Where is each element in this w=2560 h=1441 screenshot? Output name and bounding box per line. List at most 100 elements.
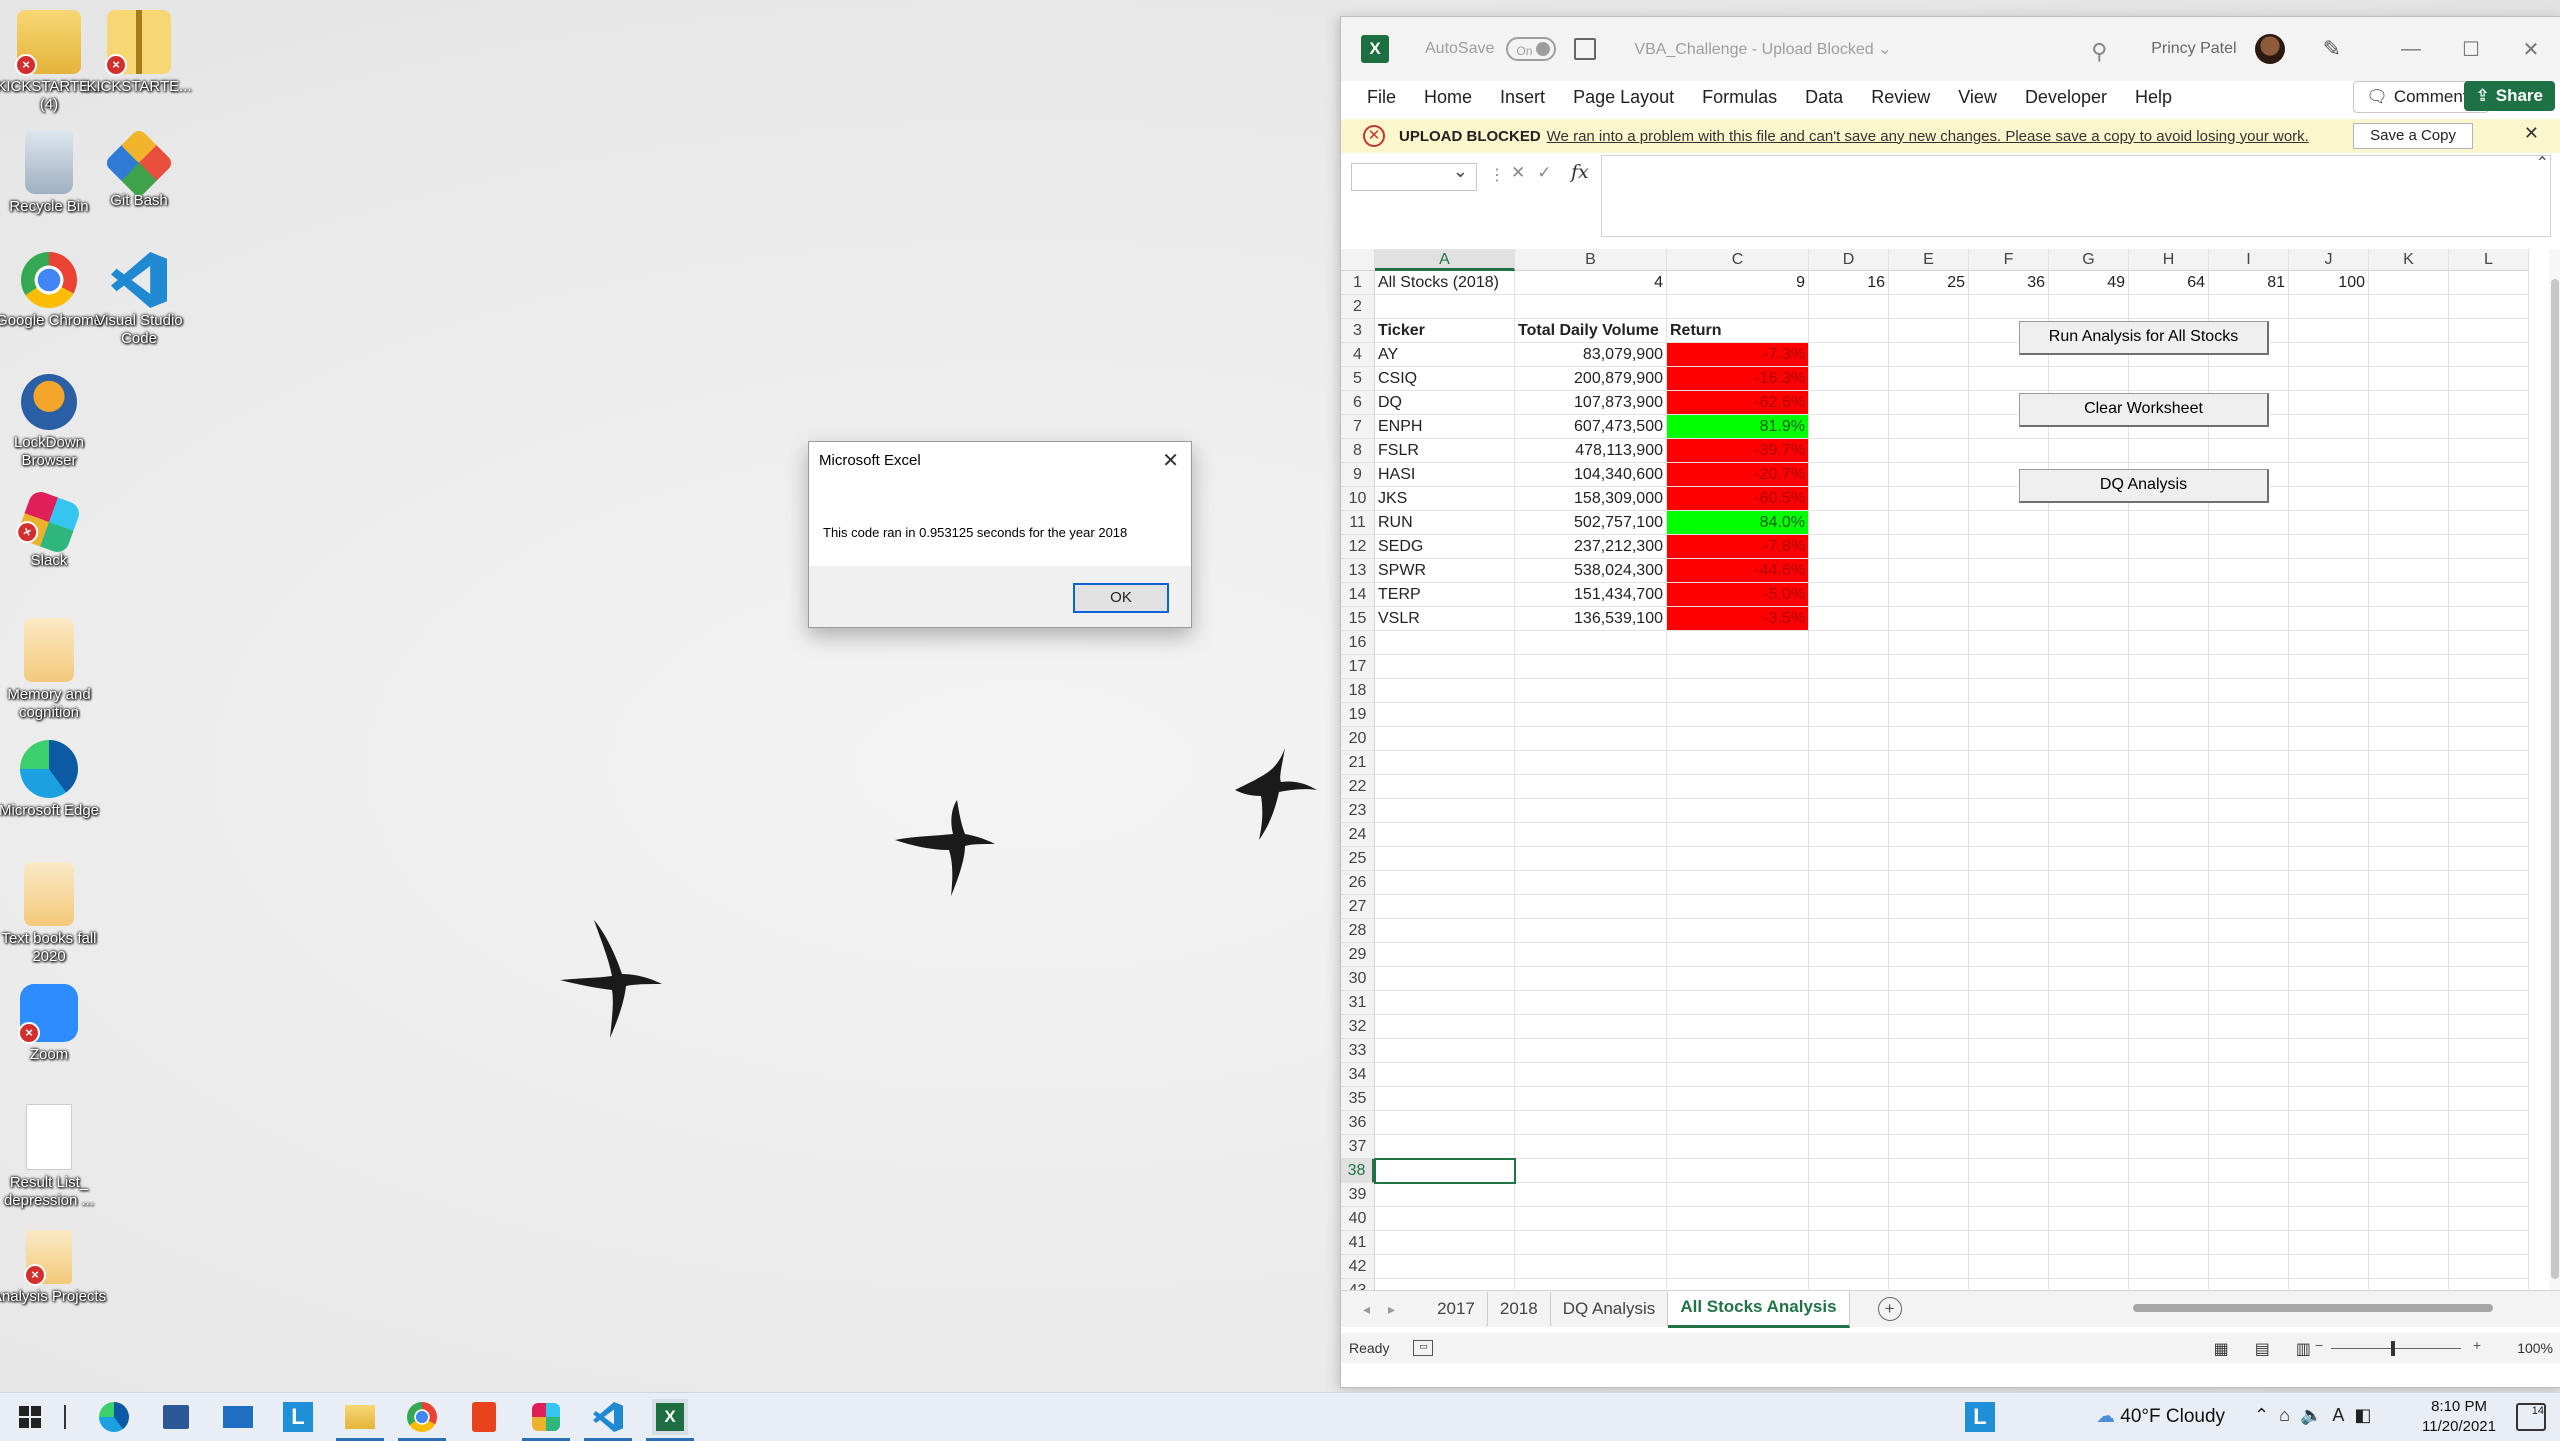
cell-k42[interactable] (2369, 1255, 2449, 1279)
cell-b20[interactable] (1515, 727, 1667, 751)
row-header[interactable]: 23 (1341, 799, 1375, 823)
cell-d7[interactable] (1809, 415, 1889, 439)
cell-l22[interactable] (2449, 775, 2529, 799)
cell-i32[interactable] (2209, 1015, 2289, 1039)
cell-e14[interactable] (1889, 583, 1969, 607)
cell-c5[interactable]: -16.3% (1667, 367, 1809, 391)
cell-k41[interactable] (2369, 1231, 2449, 1255)
desktop-icon-zoom[interactable]: × Zoom (0, 984, 108, 1064)
cell-b13[interactable]: 538,024,300 (1515, 559, 1667, 583)
row-header[interactable]: 42 (1341, 1255, 1375, 1279)
cell-j25[interactable] (2289, 847, 2369, 871)
row-header[interactable]: 4 (1341, 343, 1375, 367)
cell-f15[interactable] (1969, 607, 2049, 631)
cell-h20[interactable] (2129, 727, 2209, 751)
cell-a16[interactable] (1375, 631, 1515, 655)
cell-h16[interactable] (2129, 631, 2209, 655)
cell-c15[interactable]: -3.5% (1667, 607, 1809, 631)
cell-k4[interactable] (2369, 343, 2449, 367)
cell-a35[interactable] (1375, 1087, 1515, 1111)
cell-d31[interactable] (1809, 991, 1889, 1015)
cell-g40[interactable] (2049, 1207, 2129, 1231)
cell-h13[interactable] (2129, 559, 2209, 583)
cell-a19[interactable] (1375, 703, 1515, 727)
cell-c18[interactable] (1667, 679, 1809, 703)
cell-h31[interactable] (2129, 991, 2209, 1015)
cell-c28[interactable] (1667, 919, 1809, 943)
cell-i37[interactable] (2209, 1135, 2289, 1159)
cell-c25[interactable] (1667, 847, 1809, 871)
row-header[interactable]: 24 (1341, 823, 1375, 847)
cell-b3[interactable]: Total Daily Volume (1515, 319, 1667, 343)
cell-g17[interactable] (2049, 655, 2129, 679)
row-header[interactable]: 17 (1341, 655, 1375, 679)
cell-i19[interactable] (2209, 703, 2289, 727)
cell-c22[interactable] (1667, 775, 1809, 799)
cell-f16[interactable] (1969, 631, 2049, 655)
name-box[interactable] (1351, 161, 1477, 191)
cell-l6[interactable] (2449, 391, 2529, 415)
cell-d22[interactable] (1809, 775, 1889, 799)
cell-d16[interactable] (1809, 631, 1889, 655)
row-header[interactable]: 22 (1341, 775, 1375, 799)
cell-g21[interactable] (2049, 751, 2129, 775)
office-icon[interactable] (466, 1399, 502, 1435)
ok-button[interactable]: OK (1073, 583, 1169, 613)
cell-h25[interactable] (2129, 847, 2209, 871)
cell-j38[interactable] (2289, 1159, 2369, 1183)
store-icon[interactable] (158, 1399, 194, 1435)
cell-e36[interactable] (1889, 1111, 1969, 1135)
cell-l27[interactable] (2449, 895, 2529, 919)
cell-f27[interactable] (1969, 895, 2049, 919)
vscode-icon[interactable] (584, 1399, 632, 1441)
cell-l19[interactable] (2449, 703, 2529, 727)
cell-f21[interactable] (1969, 751, 2049, 775)
column-header-a[interactable]: A (1375, 249, 1515, 271)
cell-f12[interactable] (1969, 535, 2049, 559)
cell-j5[interactable] (2289, 367, 2369, 391)
cell-f28[interactable] (1969, 919, 2049, 943)
cell-c37[interactable] (1667, 1135, 1809, 1159)
cell-k32[interactable] (2369, 1015, 2449, 1039)
cell-a32[interactable] (1375, 1015, 1515, 1039)
cell-l14[interactable] (2449, 583, 2529, 607)
active-cell[interactable] (1374, 1158, 1516, 1184)
cell-f5[interactable] (1969, 367, 2049, 391)
select-all-corner[interactable] (1341, 249, 1375, 271)
row-header[interactable]: 16 (1341, 631, 1375, 655)
column-header-d[interactable]: D (1809, 249, 1889, 271)
cell-c38[interactable] (1667, 1159, 1809, 1183)
cell-k35[interactable] (2369, 1087, 2449, 1111)
cell-k14[interactable] (2369, 583, 2449, 607)
desktop-icon-slack[interactable]: × Slack (0, 488, 108, 570)
column-header-c[interactable]: C (1667, 249, 1809, 271)
cell-h34[interactable] (2129, 1063, 2209, 1087)
cell-c29[interactable] (1667, 943, 1809, 967)
cell-g37[interactable] (2049, 1135, 2129, 1159)
row-header[interactable]: 29 (1341, 943, 1375, 967)
cell-g31[interactable] (2049, 991, 2129, 1015)
cell-j30[interactable] (2289, 967, 2369, 991)
cell-a9[interactable]: HASI (1375, 463, 1515, 487)
windows-start-icon[interactable] (12, 1399, 48, 1435)
cell-l38[interactable] (2449, 1159, 2529, 1183)
cell-i29[interactable] (2209, 943, 2289, 967)
cell-e16[interactable] (1889, 631, 1969, 655)
cell-j12[interactable] (2289, 535, 2369, 559)
cell-j10[interactable] (2289, 487, 2369, 511)
cell-e8[interactable] (1889, 439, 1969, 463)
row-header[interactable]: 33 (1341, 1039, 1375, 1063)
cell-k22[interactable] (2369, 775, 2449, 799)
dq-analysis-button[interactable]: DQ Analysis (2019, 469, 2269, 503)
cell-i41[interactable] (2209, 1231, 2289, 1255)
cell-l24[interactable] (2449, 823, 2529, 847)
cell-a39[interactable] (1375, 1183, 1515, 1207)
cell-b38[interactable] (1515, 1159, 1667, 1183)
cell-a23[interactable] (1375, 799, 1515, 823)
document-title[interactable]: VBA_Challenge - Upload Blocked ⌄ (1634, 39, 1891, 59)
cell-d9[interactable] (1809, 463, 1889, 487)
cell-d14[interactable] (1809, 583, 1889, 607)
cell-c4[interactable]: -7.3% (1667, 343, 1809, 367)
tab-page-layout[interactable]: Page Layout (1573, 87, 1674, 108)
cell-h36[interactable] (2129, 1111, 2209, 1135)
